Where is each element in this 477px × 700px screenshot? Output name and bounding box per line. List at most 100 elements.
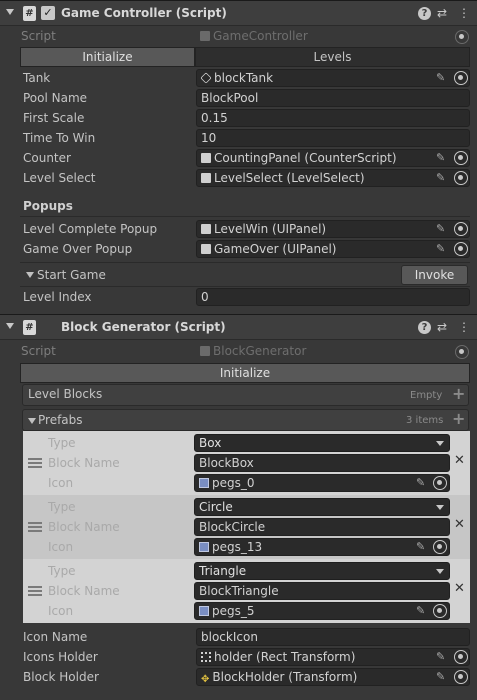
counter-value: CountingPanel (CounterScript) (214, 151, 397, 165)
level-select-label: Level Select (23, 171, 96, 185)
edit-pencil-icon[interactable]: ✎ (436, 171, 445, 184)
block-name-label: Block Name (48, 584, 120, 598)
block-holder-field[interactable]: ✥ BlockHolder (Transform) (196, 668, 470, 686)
counter-label: Counter (23, 151, 71, 165)
icons-holder-field[interactable]: holder (Rect Transform) (196, 648, 470, 666)
script-value: GameController (213, 29, 308, 43)
add-icon[interactable]: + (452, 384, 465, 403)
add-icon[interactable]: + (452, 409, 465, 428)
type-dropdown[interactable]: Circle (194, 498, 450, 516)
first-scale-input[interactable]: 0.15 (196, 109, 470, 127)
icon-field[interactable]: pegs_13 (194, 538, 450, 556)
section-divider (20, 216, 470, 217)
edit-pencil-icon[interactable]: ✎ (436, 242, 445, 255)
type-value: Circle (199, 500, 233, 514)
popups-section-title: Popups (23, 199, 73, 213)
type-value: Triangle (199, 564, 247, 578)
object-picker-icon[interactable] (454, 242, 468, 256)
level-blocks-count: Empty (410, 390, 443, 401)
component-title: Block Generator (Script) (61, 320, 226, 334)
prefab-icon (200, 72, 212, 84)
preset-icon[interactable]: ⇄ (437, 320, 447, 334)
type-dropdown[interactable]: Triangle (194, 562, 450, 580)
tab-levels[interactable]: Levels (195, 47, 470, 67)
type-dropdown[interactable]: Box (194, 434, 450, 452)
drag-handle-icon[interactable] (28, 458, 42, 470)
block-name-input[interactable]: BlockBox (194, 454, 450, 472)
object-picker-icon[interactable] (454, 222, 468, 236)
help-icon[interactable]: ? (418, 321, 431, 334)
game-controller-header[interactable]: # ✓ Game Controller (Script) ? ⇄ ⋮ (0, 0, 477, 26)
edit-pencil-icon[interactable]: ✎ (436, 71, 445, 84)
edit-pencil-icon[interactable]: ✎ (416, 540, 425, 553)
script-label: Script (21, 29, 56, 43)
kebab-menu-icon[interactable]: ⋮ (458, 6, 470, 20)
level-select-field[interactable]: LevelSelect (LevelSelect) (196, 169, 470, 187)
counter-field[interactable]: CountingPanel (CounterScript) (196, 149, 470, 167)
type-label: Type (48, 436, 76, 450)
invoke-button[interactable]: Invoke (401, 265, 468, 285)
block-name-input[interactable]: BlockCircle (194, 518, 450, 536)
tank-field[interactable]: blockTank (196, 69, 470, 87)
start-game-fold-icon[interactable] (26, 272, 34, 278)
edit-pencil-icon[interactable]: ✎ (436, 670, 445, 683)
icon-field[interactable]: pegs_5 (194, 602, 450, 620)
level-index-label: Level Index (23, 290, 92, 304)
chevron-down-icon (436, 569, 444, 574)
object-picker-icon[interactable] (454, 670, 468, 684)
level-index-input[interactable]: 0 (196, 288, 470, 306)
script-field: BlockGenerator (196, 343, 458, 361)
script-file-icon (201, 244, 211, 254)
drag-handle-icon[interactable] (28, 586, 42, 598)
edit-pencil-icon[interactable]: ✎ (436, 222, 445, 235)
icons-holder-label: Icons Holder (23, 650, 98, 664)
prefabs-list-header[interactable] (22, 409, 469, 431)
level-blocks-label: Level Blocks (28, 387, 103, 401)
level-select-value: LevelSelect (LevelSelect) (214, 171, 365, 185)
game-over-popup-field[interactable]: GameOver (UIPanel) (196, 240, 470, 258)
object-picker-icon[interactable] (454, 171, 468, 185)
icon-name-label: Icon Name (23, 630, 88, 644)
block-name-input[interactable]: BlockTriangle (194, 582, 450, 600)
script-icon: # (23, 320, 36, 335)
object-picker-icon[interactable] (454, 71, 468, 85)
enable-checkbox[interactable]: ✓ (41, 6, 55, 20)
level-complete-popup-field[interactable]: LevelWin (UIPanel) (196, 220, 470, 238)
preset-icon[interactable]: ⇄ (437, 6, 447, 20)
time-to-win-input[interactable]: 10 (196, 129, 470, 147)
help-icon[interactable]: ? (418, 7, 431, 20)
drag-handle-icon[interactable] (28, 522, 42, 534)
object-picker-icon[interactable] (433, 604, 447, 618)
edit-pencil-icon[interactable]: ✎ (416, 476, 425, 489)
edit-pencil-icon[interactable]: ✎ (416, 604, 425, 617)
object-picker-icon[interactable] (454, 151, 468, 165)
block-holder-label: Block Holder (23, 670, 99, 684)
sprite-icon (199, 606, 209, 616)
remove-item-icon[interactable]: ✕ (454, 581, 465, 596)
icon-label: Icon (48, 476, 74, 490)
type-label: Type (48, 564, 76, 578)
script-file-icon (201, 153, 211, 163)
pool-name-input[interactable]: BlockPool (196, 89, 470, 107)
time-to-win-label: Time To Win (23, 131, 96, 145)
tank-label: Tank (23, 71, 51, 85)
object-picker-icon[interactable] (433, 476, 447, 490)
tab-initialize[interactable]: Initialize (20, 47, 195, 67)
script-file-icon (200, 31, 210, 41)
block-generator-header[interactable]: # Block Generator (Script) ? ⇄ ⋮ (0, 314, 477, 340)
edit-pencil-icon[interactable]: ✎ (436, 151, 445, 164)
icon-name-input[interactable]: blockIcon (196, 628, 470, 646)
game-over-popup-value: GameOver (UIPanel) (214, 242, 337, 256)
icon-field[interactable]: pegs_0 (194, 474, 450, 492)
tab-initialize[interactable]: Initialize (20, 363, 470, 383)
remove-item-icon[interactable]: ✕ (454, 453, 465, 468)
object-picker-icon[interactable] (433, 540, 447, 554)
prefabs-fold-icon[interactable] (28, 418, 36, 424)
fold-arrow-icon[interactable] (6, 323, 14, 329)
object-picker-icon[interactable] (454, 650, 468, 664)
edit-pencil-icon[interactable]: ✎ (436, 650, 445, 663)
type-value: Box (199, 436, 222, 450)
fold-arrow-icon[interactable] (6, 9, 14, 15)
kebab-menu-icon[interactable]: ⋮ (458, 320, 470, 334)
remove-item-icon[interactable]: ✕ (454, 517, 465, 532)
